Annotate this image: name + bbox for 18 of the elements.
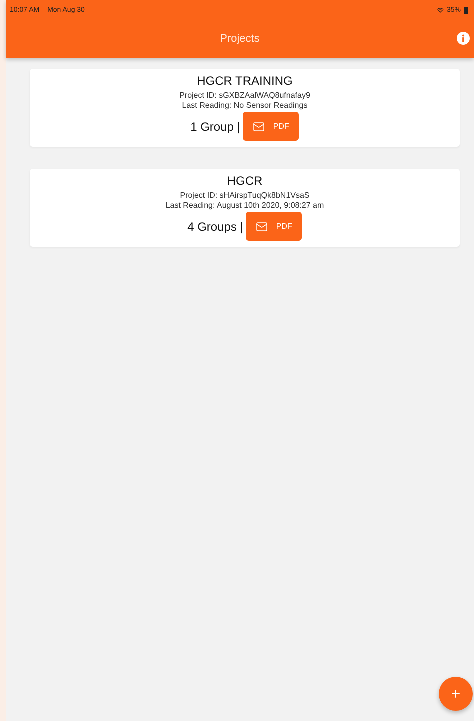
header-title: Projects — [220, 33, 260, 45]
last-reading: Last Reading: August 10th 2020, 9:08:27 am — [166, 201, 324, 211]
project-name: HGCR — [227, 174, 263, 188]
last-reading: Last Reading: No Sensor Readings — [182, 101, 308, 111]
envelope-icon — [256, 220, 268, 232]
project-name: HGCR TRAINING — [197, 74, 293, 88]
battery-icon — [464, 6, 468, 14]
project-card[interactable]: HGCR Project ID: sHAirspTuqQk8bN1VsaS Last Reading: August 10th 2020, 9:08:27 am 4 Groups | PDF — [30, 169, 460, 247]
project-id: Project ID: sHAirspTuqQk8bN1VsaS — [180, 191, 310, 201]
add-button[interactable] — [439, 677, 473, 711]
group-count: 4 Groups | — [188, 220, 244, 234]
project-id: Project ID: sGXBZAalWAQ8ufnafay9 — [180, 91, 310, 101]
info-icon[interactable] — [457, 32, 470, 45]
group-count: 1 Group | — [190, 120, 240, 134]
plus-icon — [450, 688, 462, 700]
wifi-icon — [436, 6, 444, 14]
project-card[interactable]: HGCR TRAINING Project ID: sGXBZAalWAQ8ufnafay9 Last Reading: No Sensor Readings 1 Group | PDF — [30, 69, 460, 147]
envelope-icon — [253, 120, 266, 132]
